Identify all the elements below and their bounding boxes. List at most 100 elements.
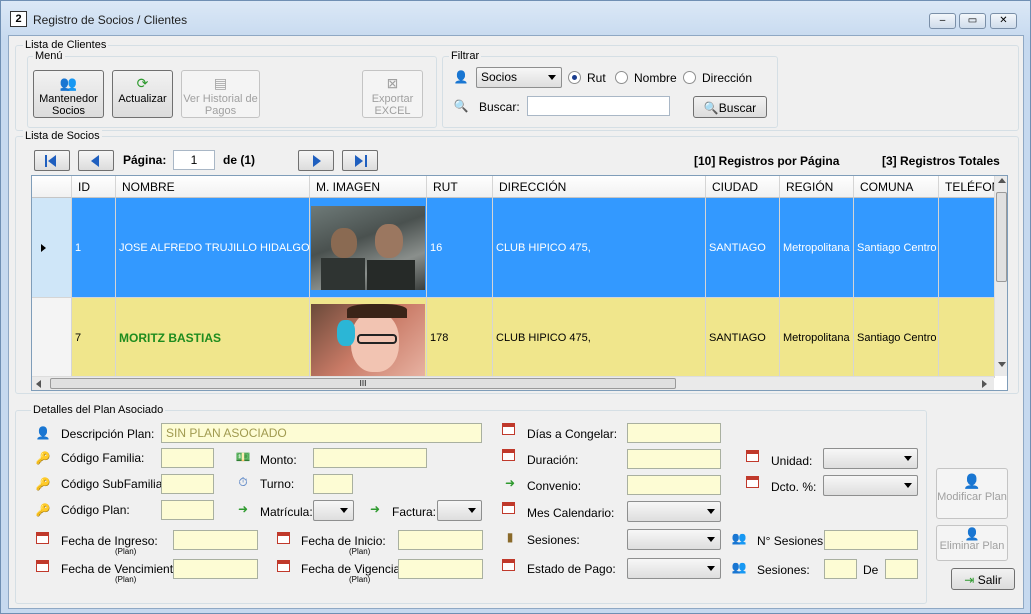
codigo-subfamilia-field[interactable]: [161, 474, 214, 494]
next-page-button[interactable]: [298, 150, 334, 171]
scroll-right-icon[interactable]: [982, 380, 987, 388]
table-cell[interactable]: 178: [427, 298, 493, 378]
fecha-vencimiento-label: Fecha de Vencimiento:: [61, 562, 184, 576]
nombre-radio[interactable]: [615, 71, 628, 84]
table-cell[interactable]: Metropolitana: [780, 198, 854, 298]
modificar-plan-button[interactable]: 👤 Modificar Plan: [936, 468, 1008, 519]
sesiones-select[interactable]: [627, 529, 721, 550]
unidad-select[interactable]: [823, 448, 918, 469]
convenio-field[interactable]: [627, 475, 721, 495]
search-button-icon: 🔍: [703, 101, 719, 115]
user-filter-icon: 👤: [453, 70, 469, 84]
salir-button[interactable]: ⇥ Salir: [951, 568, 1015, 590]
filter-type-select[interactable]: Socios: [476, 67, 562, 88]
calendar-icon: [746, 450, 762, 466]
table-cell[interactable]: 16: [427, 198, 493, 298]
col-ciudad[interactable]: CIUDAD: [706, 176, 780, 198]
descripcion-plan-field[interactable]: SIN PLAN ASOCIADO: [161, 423, 482, 443]
vertical-scroll-thumb[interactable]: [996, 192, 1007, 282]
direccion-radio[interactable]: [683, 71, 696, 84]
table-cell[interactable]: SANTIAGO: [706, 198, 780, 298]
factura-select[interactable]: [437, 500, 482, 521]
registros-pagina: [10] Registros por Página: [694, 154, 840, 168]
codigo-plan-field[interactable]: [161, 500, 214, 520]
col-region[interactable]: REGIÓN: [780, 176, 854, 198]
excel-icon: ⊠: [386, 75, 399, 91]
client-area: Lista de Clientes Menú 👥 Mantenedor Soci…: [8, 35, 1024, 609]
fecha-vigencia-label: Fecha de Vigencia:: [301, 562, 404, 576]
delete-user-icon: 👤: [964, 527, 980, 541]
table-cell[interactable]: CLUB HIPICO 475,: [493, 298, 706, 378]
users-icon: 👥: [731, 560, 747, 574]
key-icon: 🔑: [35, 503, 51, 517]
table-cell[interactable]: 1: [72, 198, 116, 298]
row-selector[interactable]: [32, 198, 72, 298]
table-cell[interactable]: Santiago Centro: [854, 298, 939, 378]
current-row-icon: [41, 243, 46, 252]
table-cell[interactable]: CLUB HIPICO 475,: [493, 198, 706, 298]
close-button[interactable]: ✕: [990, 13, 1017, 29]
main-window: 2 Registro de Socios / Clientes ‒ ▭ ✕ Li…: [0, 0, 1031, 614]
eliminar-plan-button[interactable]: 👤 Eliminar Plan: [936, 525, 1008, 561]
calendar-icon: [502, 449, 518, 465]
n-sesiones-field[interactable]: [824, 530, 918, 550]
turno-field[interactable]: [313, 474, 353, 494]
actualizar-button[interactable]: ⟳ Actualizar: [112, 70, 173, 118]
first-page-button[interactable]: [34, 150, 70, 171]
last-page-button[interactable]: [342, 150, 378, 171]
table-cell[interactable]: Santiago Centro: [854, 198, 939, 298]
col-nombre[interactable]: NOMBRE: [116, 176, 310, 198]
matricula-select[interactable]: [313, 500, 354, 521]
table-cell[interactable]: SANTIAGO: [706, 298, 780, 378]
estado-pago-select[interactable]: [627, 558, 721, 579]
scroll-down-icon[interactable]: [998, 362, 1006, 367]
vertical-scrollbar[interactable]: [994, 176, 1007, 376]
horizontal-scroll-thumb[interactable]: III: [50, 378, 676, 389]
table-cell[interactable]: [939, 198, 995, 298]
exportar-excel-button[interactable]: ⊠ Exportar EXCEL: [362, 70, 423, 118]
sesiones-from-field[interactable]: [824, 559, 857, 579]
member-photo-cell[interactable]: [310, 298, 427, 378]
table-cell[interactable]: Metropolitana: [780, 298, 854, 378]
rut-radio[interactable]: [568, 71, 581, 84]
fecha-ingreso-field[interactable]: [173, 530, 258, 550]
codigo-familia-field[interactable]: [161, 448, 214, 468]
page-number-input[interactable]: [173, 150, 215, 170]
dias-congelar-field[interactable]: [627, 423, 721, 443]
prev-page-button[interactable]: [78, 150, 114, 171]
col-imagen[interactable]: M. IMAGEN: [310, 176, 427, 198]
table-cell[interactable]: 7: [72, 298, 116, 378]
ver-historial-pagos-button[interactable]: ▤ Ver Historial de Pagos: [181, 70, 260, 118]
duracion-field[interactable]: [627, 449, 721, 469]
table-cell[interactable]: [939, 298, 995, 378]
prev-page-icon: [91, 155, 99, 167]
member-photo-cell[interactable]: [310, 198, 427, 298]
table-cell[interactable]: MORITZ BASTIAS: [116, 298, 310, 378]
sesiones-to-field[interactable]: [885, 559, 918, 579]
search-input[interactable]: [527, 96, 670, 116]
buscar-button[interactable]: 🔍Buscar: [693, 96, 767, 118]
plan-sublabel: (Plan): [115, 547, 137, 556]
col-rut[interactable]: RUT: [427, 176, 493, 198]
col-comuna[interactable]: COMUNA: [854, 176, 939, 198]
dcto-select[interactable]: [823, 475, 918, 496]
col-id[interactable]: ID: [72, 176, 116, 198]
mantenedor-socios-button[interactable]: 👥 Mantenedor Socios: [33, 70, 104, 118]
scroll-left-icon[interactable]: [36, 380, 41, 388]
row-selector[interactable]: [32, 298, 72, 378]
fecha-inicio-field[interactable]: [398, 530, 483, 550]
fecha-vigencia-field[interactable]: [398, 559, 483, 579]
col-telefono[interactable]: TELÉFONO: [939, 176, 995, 198]
monto-field[interactable]: [313, 448, 427, 468]
horizontal-scrollbar[interactable]: III: [32, 376, 994, 390]
fecha-vencimiento-field[interactable]: [173, 559, 258, 579]
chevron-down-icon: [548, 75, 556, 80]
scroll-up-icon[interactable]: [998, 178, 1006, 183]
col-direccion[interactable]: DIRECCIÓN: [493, 176, 706, 198]
menu-label: Menú: [33, 50, 65, 62]
table-cell[interactable]: JOSE ALFREDO TRUJILLO HIDALGO: [116, 198, 310, 298]
maximize-button[interactable]: ▭: [959, 13, 986, 29]
mes-calendario-select[interactable]: [627, 501, 721, 522]
minimize-button[interactable]: ‒: [929, 13, 956, 29]
socios-grid[interactable]: ID NOMBRE M. IMAGEN RUT DIRECCIÓN CIUDAD…: [31, 175, 1008, 391]
